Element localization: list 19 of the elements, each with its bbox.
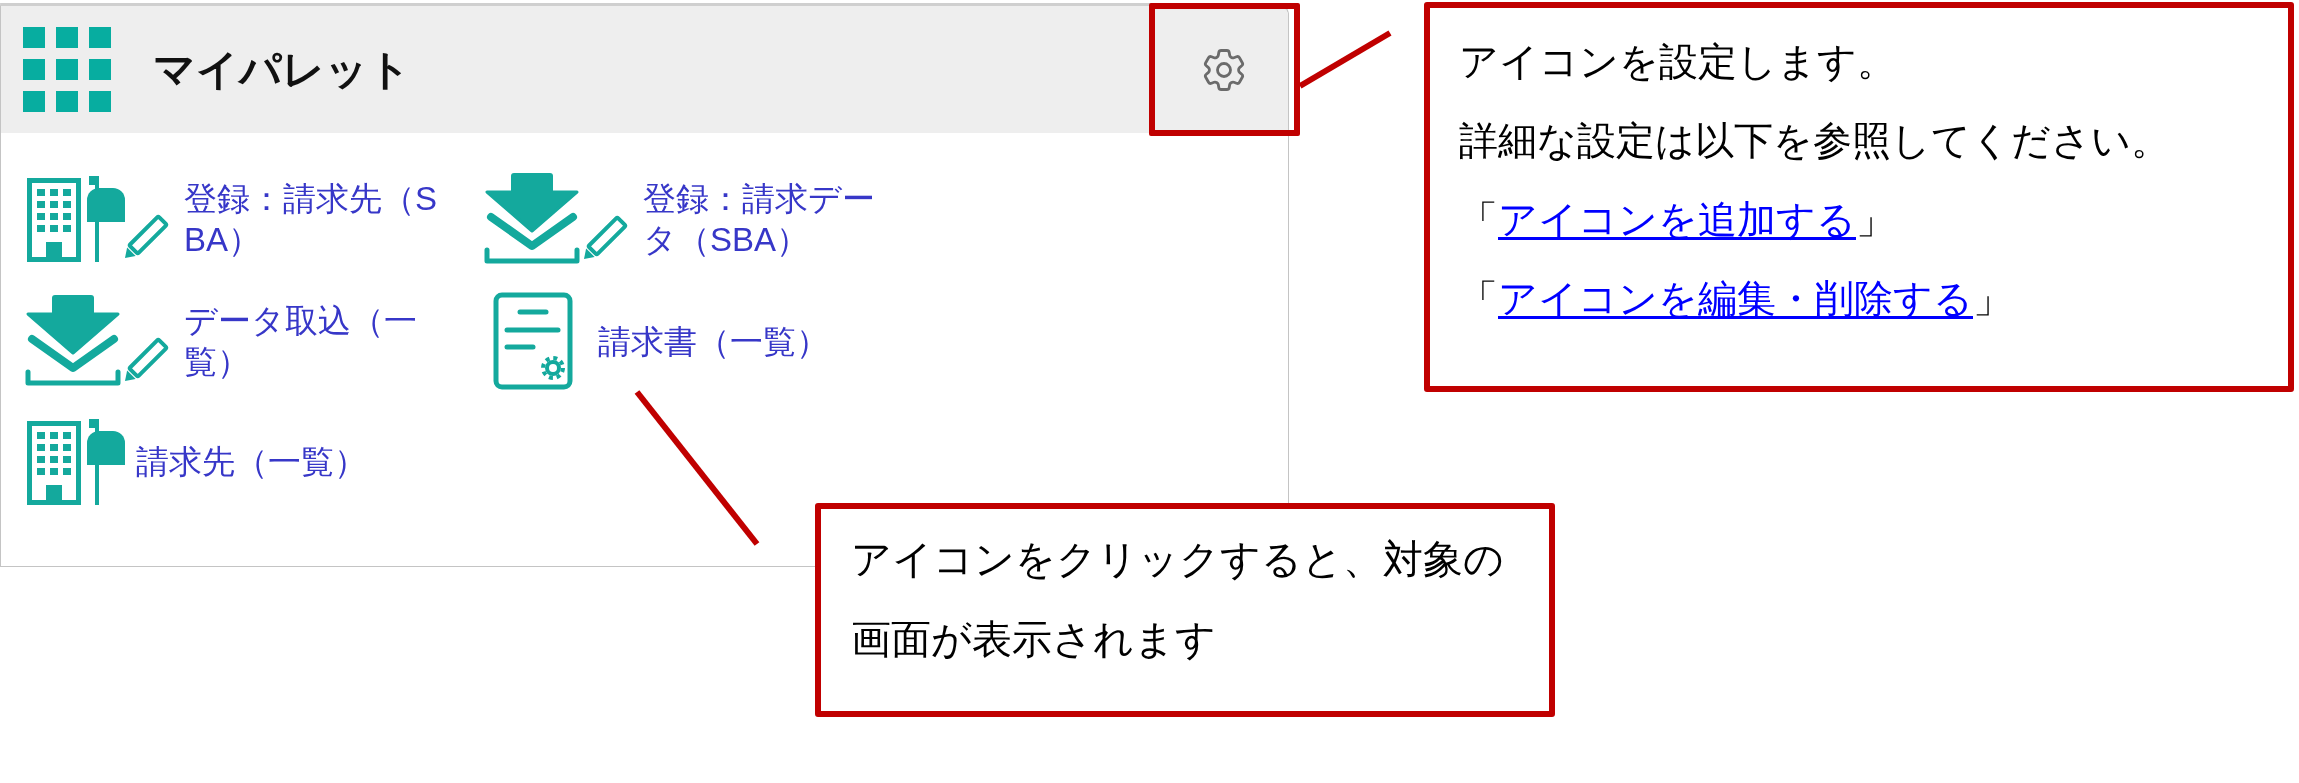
palette-item[interactable]: データ取込（一覧） — [25, 295, 442, 387]
grid-icon — [23, 27, 111, 112]
download-pencil-icon — [25, 295, 170, 387]
building-pencil-icon — [25, 174, 170, 264]
reference-line: 「アイコンを編集・削除する」 — [1459, 276, 2012, 322]
callout-text: アイコンを設定します。 — [1459, 39, 1896, 85]
help-link[interactable]: アイコンを追加する — [1498, 198, 1856, 241]
callout-text: アイコンをクリックすると、対象の画面が表示されます — [851, 536, 1505, 663]
document-gear-icon — [493, 292, 573, 390]
palette-item[interactable]: 登録：請求データ（SBA） — [484, 173, 901, 265]
palette-item[interactable]: 請求書（一覧） — [493, 292, 829, 390]
palette-item[interactable]: 登録：請求先（SBA） — [25, 174, 442, 264]
settings-icon[interactable] — [1203, 48, 1245, 91]
help-link[interactable]: アイコンを編集・削除する — [1498, 277, 1973, 320]
palette-item[interactable]: 請求先（一覧） — [25, 417, 367, 505]
panel-title: マイパレット — [153, 44, 411, 95]
download-pencil-icon — [484, 173, 629, 265]
reference-line: 「アイコンを追加する」 — [1459, 197, 1895, 243]
callout-text: 詳細な設定は以下を参照してください。 — [1459, 118, 2170, 164]
